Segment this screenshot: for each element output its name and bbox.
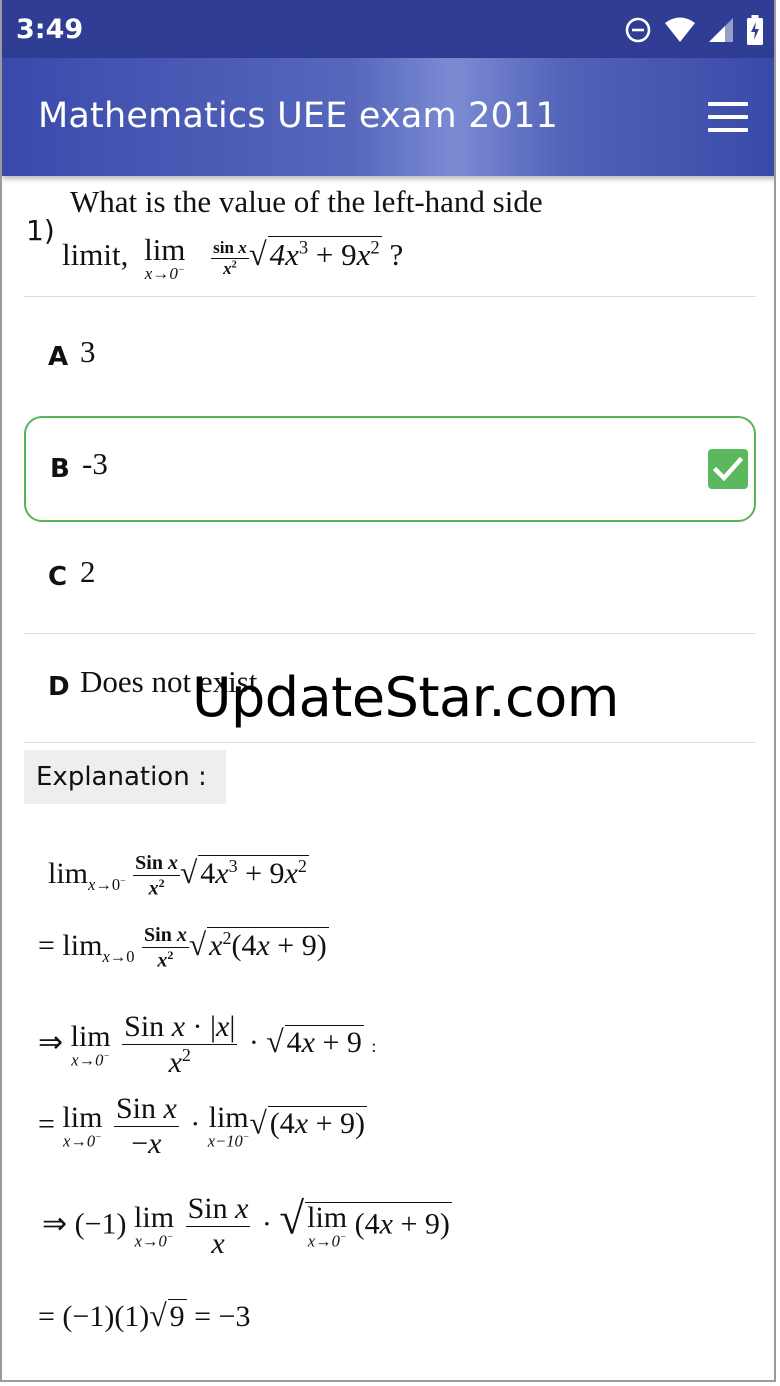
explanation-step-1: limx→0− Sin x x2 √ 4x3 + 9x2: [48, 852, 309, 900]
app-bar: Mathematics UEE exam 2011: [2, 58, 774, 176]
option-c[interactable]: C 2: [24, 526, 756, 632]
question-expression: limit, lim x→0− sin x x2 √4x3 + 9x2 ?: [62, 232, 404, 283]
option-b[interactable]: B -3: [24, 416, 756, 522]
app-title: Mathematics UEE exam 2011: [38, 96, 559, 136]
signal-icon: [709, 18, 733, 42]
status-time: 3:49: [16, 14, 84, 45]
explanation-step-3: ⇒ lim x→0− Sin x · |x| x2 · √ 4x + 9 :: [38, 1010, 377, 1079]
explanation-label: Explanation :: [24, 750, 226, 804]
question-suffix: ?: [389, 237, 404, 273]
hamburger-menu-icon[interactable]: [708, 102, 748, 132]
status-bar: 3:49: [2, 0, 774, 58]
question-prefix: limit,: [62, 237, 129, 273]
option-text: 2: [80, 554, 96, 589]
explanation-label-text: Explanation :: [36, 762, 207, 792]
app-frame: 3:49 Mathematics UEE exam 2011 1) What i…: [0, 0, 776, 1382]
explanation-step-5: ⇒ (−1) lim x→0− Sin xx · √ lim x→0− (4x + 9…: [42, 1192, 452, 1260]
wifi-icon: [665, 17, 695, 42]
option-text: -3: [82, 446, 108, 481]
divider: [24, 742, 756, 743]
watermark: UpdateStar.com: [192, 666, 619, 729]
option-letter: A: [48, 342, 69, 372]
battery-icon: [747, 15, 763, 45]
checkmark-icon: [708, 449, 748, 489]
status-icons: [624, 14, 764, 46]
divider: [24, 296, 756, 297]
question-number: 1): [26, 214, 55, 247]
explanation-step-4: = lim x→0− Sin x −x · lim x−10− √ (4x + 9): [38, 1092, 367, 1160]
divider: [24, 633, 756, 634]
question-block: 1) What is the value of the left-hand si…: [2, 176, 774, 298]
explanation-step-2: = limx→0 Sin x x2 √ x2(4x + 9): [38, 924, 329, 972]
option-a[interactable]: A 3: [24, 306, 756, 412]
explanation-step-6: = (−1)(1)√ 9 = −3: [38, 1298, 251, 1333]
question-text: What is the value of the left-hand side: [70, 184, 543, 219]
do-not-disturb-icon: [625, 17, 651, 43]
option-letter: B: [50, 454, 70, 484]
option-text: 3: [80, 334, 96, 369]
option-letter: D: [48, 672, 70, 702]
option-letter: C: [48, 562, 68, 592]
